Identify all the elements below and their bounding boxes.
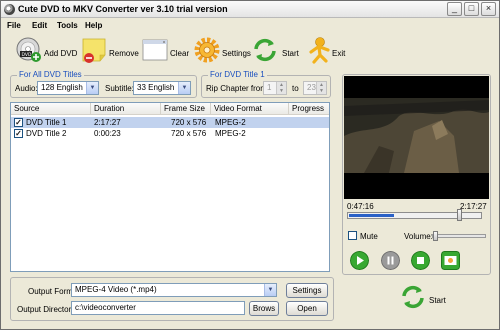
output-directory-input[interactable]: c:\videoconverter <box>71 301 245 315</box>
browse-button[interactable]: Brows <box>249 301 279 316</box>
clear-window-icon <box>142 39 168 61</box>
audio-select[interactable]: 128 English ▼ <box>37 81 99 95</box>
add-dvd-label: Add DVD <box>44 49 78 58</box>
header-source[interactable]: Source <box>11 103 91 115</box>
chapter-to-spinner[interactable]: 23 ▲ ▼ <box>303 81 327 95</box>
snapshot-button[interactable] <box>441 251 460 270</box>
clear-button[interactable]: Clear <box>141 36 189 68</box>
menu-bar: File Edit Tools Help <box>1 19 499 33</box>
title-bar: Cute DVD to MKV Converter ver 3.10 trial… <box>1 1 499 18</box>
mute-label: Mute <box>360 232 378 241</box>
clear-label: Clear <box>170 49 190 58</box>
title-one-group-label: For DVD Title 1 <box>208 70 267 79</box>
subtitle-select-value: 33 English <box>137 83 175 92</box>
menu-help[interactable]: Help <box>85 21 102 30</box>
header-video-format[interactable]: Video Format <box>211 103 289 115</box>
to-label: to <box>292 84 299 93</box>
row-checkbox[interactable]: ✓ <box>14 129 23 138</box>
add-dvd-icon: DVD <box>16 37 41 62</box>
chapter-to-value: 23 <box>307 83 316 92</box>
output-format-value: MPEG-4 Video (*.mp4) <box>75 285 157 294</box>
title-table: Source Duration Frame Size Video Format … <box>10 102 330 272</box>
seek-progress-fill <box>349 214 394 217</box>
row-format: MPEG-2 <box>215 129 246 138</box>
row-checkbox[interactable]: ✓ <box>14 118 23 127</box>
play-button[interactable] <box>350 251 369 270</box>
current-time: 0:47:16 <box>347 202 374 211</box>
start-button-label: Start <box>429 296 446 305</box>
row-duration: 2:17:27 <box>94 118 121 127</box>
menu-edit[interactable]: Edit <box>32 21 47 30</box>
seek-slider-thumb[interactable] <box>457 209 462 221</box>
running-man-icon <box>309 37 330 64</box>
spinner-arrows-icon: ▲ ▼ <box>276 82 286 94</box>
audio-label: Audio: <box>15 84 38 93</box>
settings-button[interactable]: Settings <box>193 36 251 68</box>
video-preview <box>344 76 489 199</box>
chapter-from-value: 1 <box>267 83 272 92</box>
spinner-arrows-icon: ▲ ▼ <box>316 82 326 94</box>
volume-slider-thumb[interactable] <box>433 231 438 241</box>
volume-slider[interactable] <box>432 231 486 241</box>
total-time: 2:17:27 <box>460 202 487 211</box>
pause-button[interactable] <box>381 251 400 270</box>
exit-button[interactable]: Exit <box>305 36 345 68</box>
remove-label: Remove <box>109 49 139 58</box>
table-row[interactable]: ✓ DVD Title 1 2:17:27 720 x 576 MPEG-2 <box>11 117 329 128</box>
header-frame-size[interactable]: Frame Size <box>161 103 211 115</box>
output-directory-label: Output Directory: <box>17 305 78 314</box>
dvd-app-icon <box>4 4 15 15</box>
toolbar: DVD Add DVD Remove Clear Settings Start … <box>1 34 499 70</box>
rip-chapter-label: Rip Chapter from: <box>206 84 270 93</box>
mute-checkbox[interactable] <box>348 231 357 240</box>
table-header: Source Duration Frame Size Video Format … <box>11 103 329 115</box>
volume-label: Volume: <box>404 232 433 241</box>
row-source: DVD Title 1 <box>26 118 67 127</box>
start-toolbar-label: Start <box>282 49 299 58</box>
menu-file[interactable]: File <box>7 21 21 30</box>
header-duration[interactable]: Duration <box>91 103 161 115</box>
settings-label: Settings <box>222 49 251 58</box>
seek-slider[interactable] <box>347 209 482 221</box>
open-button[interactable]: Open <box>286 301 328 316</box>
gear-icon <box>194 37 220 63</box>
chevron-down-icon: ▼ <box>86 82 98 94</box>
output-settings-button[interactable]: Settings <box>286 283 328 298</box>
output-format-select[interactable]: MPEG-4 Video (*.mp4) ▼ <box>71 283 277 297</box>
row-duration: 0:00:23 <box>94 129 121 138</box>
window-title: Cute DVD to MKV Converter ver 3.10 trial… <box>18 4 228 14</box>
table-row[interactable]: ✓ DVD Title 2 0:00:23 720 x 576 MPEG-2 <box>11 128 329 139</box>
subtitle-select[interactable]: 33 English ▼ <box>133 81 191 95</box>
header-progress[interactable]: Progress <box>289 103 329 115</box>
audio-select-value: 128 English <box>41 83 83 92</box>
close-button[interactable]: × <box>481 2 496 16</box>
minimize-button[interactable]: _ <box>447 2 462 16</box>
stop-button[interactable] <box>411 251 430 270</box>
remove-button[interactable]: Remove <box>81 36 139 68</box>
menu-tools[interactable]: Tools <box>57 21 78 30</box>
exit-label: Exit <box>332 49 346 58</box>
stop-icon <box>417 257 424 264</box>
start-button[interactable]: Start <box>399 283 459 317</box>
row-format: MPEG-2 <box>215 118 246 127</box>
row-frame-size: 720 x 576 <box>171 129 207 138</box>
refresh-arrows-icon <box>402 285 424 309</box>
row-source: DVD Title 2 <box>26 129 67 138</box>
row-frame-size: 720 x 576 <box>171 118 207 127</box>
all-titles-group-label: For All DVD Titles <box>17 70 84 79</box>
video-frame-image <box>344 76 489 199</box>
add-dvd-button[interactable]: DVD Add DVD <box>15 36 78 68</box>
chevron-down-icon: ▼ <box>264 284 276 296</box>
chapter-from-spinner[interactable]: 1 ▲ ▼ <box>263 81 287 95</box>
start-toolbar-button[interactable]: Start <box>251 36 299 68</box>
remove-note-icon <box>82 38 106 63</box>
subtitle-label: Subtitle: <box>105 84 134 93</box>
chevron-down-icon: ▼ <box>178 82 190 94</box>
svg-text:DVD: DVD <box>22 52 32 58</box>
app-window: Cute DVD to MKV Converter ver 3.10 trial… <box>0 0 500 330</box>
maximize-button[interactable]: □ <box>464 2 479 16</box>
refresh-arrows-icon <box>254 38 276 62</box>
